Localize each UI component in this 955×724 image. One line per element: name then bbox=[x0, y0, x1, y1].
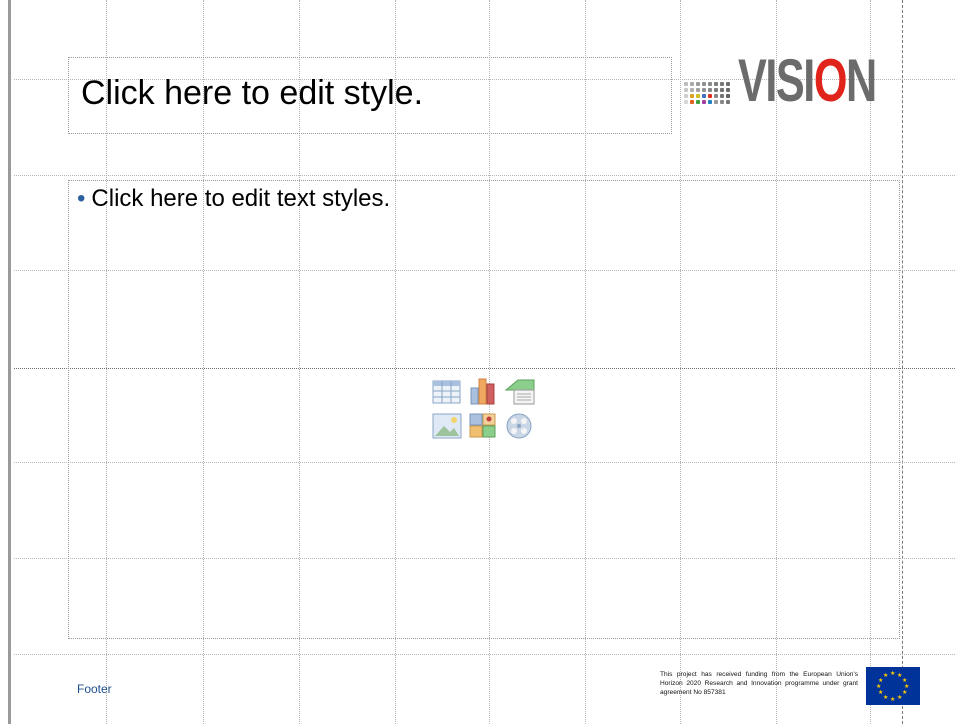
insert-media-icon[interactable] bbox=[504, 412, 534, 440]
content-placeholder-text[interactable]: • Click here to edit text styles. bbox=[77, 185, 390, 213]
grid-guide-center bbox=[902, 0, 903, 724]
title-placeholder-text[interactable]: Click here to edit style. bbox=[81, 74, 423, 113]
slide-canvas[interactable]: Click here to edit style. VISION • Click … bbox=[0, 0, 955, 724]
grid-guide bbox=[14, 654, 955, 655]
slide-left-edge bbox=[8, 0, 11, 724]
content-insert-icons bbox=[430, 376, 538, 442]
insert-table-icon[interactable] bbox=[432, 378, 462, 406]
insert-chart-icon[interactable] bbox=[468, 376, 498, 405]
insert-smartart-icon[interactable] bbox=[504, 378, 535, 406]
insert-picture-icon[interactable] bbox=[432, 412, 462, 440]
vision-logo: VISION bbox=[684, 51, 900, 115]
grid-guide bbox=[14, 175, 955, 176]
funding-disclaimer: This project has received funding from t… bbox=[660, 671, 858, 696]
content-placeholder-label: Click here to edit text styles. bbox=[91, 185, 391, 212]
title-placeholder[interactable]: Click here to edit style. bbox=[68, 57, 672, 134]
logo-dot-matrix bbox=[684, 82, 732, 106]
bullet: • bbox=[77, 185, 86, 212]
insert-clipart-icon[interactable] bbox=[468, 412, 498, 440]
eu-flag-icon: ★ ★ ★ ★ ★ ★ ★ ★ ★ ★ ★ ★ bbox=[866, 667, 920, 705]
logo-wordmark: VISION bbox=[738, 47, 877, 114]
footer-placeholder[interactable]: Footer bbox=[77, 682, 112, 696]
